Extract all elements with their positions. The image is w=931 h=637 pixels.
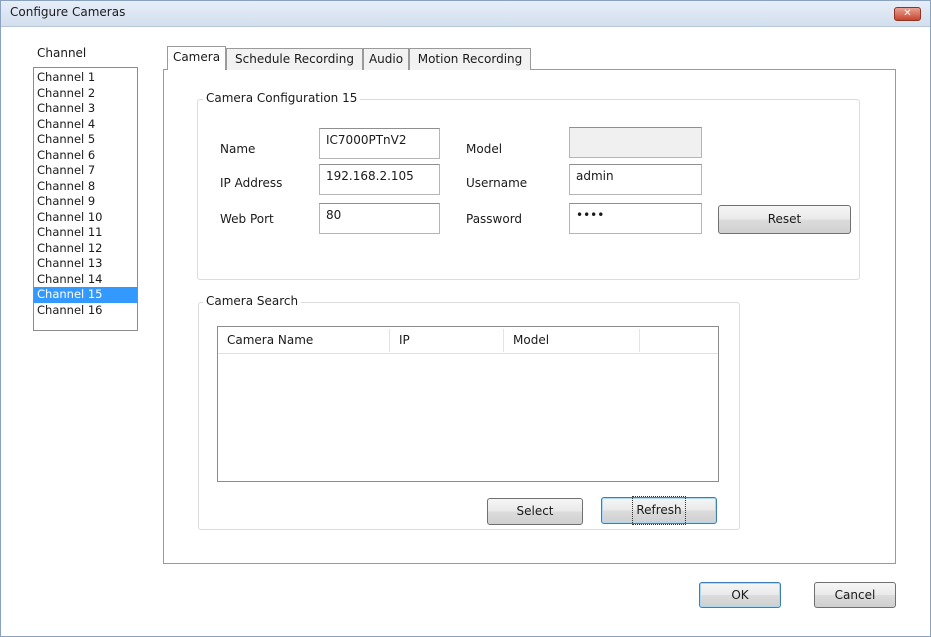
ip-address-field[interactable]: 192.168.2.105 [319,164,440,195]
channel-list-label: Channel [37,46,87,60]
channel-list-item[interactable]: Channel 3 [34,101,137,117]
camera-search-title: Camera Search [203,294,302,308]
tab-camera[interactable]: Camera [167,46,226,70]
web-port-field[interactable]: 80 [319,203,440,234]
window-title: Configure Cameras [10,5,126,19]
results-header: Camera Name IP Model [218,327,718,354]
camera-configuration-title: Camera Configuration 15 [203,91,361,105]
cancel-button-label: Cancel [834,588,876,602]
camera-search-results[interactable]: Camera Name IP Model [217,326,719,482]
reset-button-label: Reset [767,212,802,226]
name-label: Name [220,142,256,156]
column-header-ip[interactable]: IP [390,327,503,354]
channel-list-item[interactable]: Channel 13 [34,256,137,272]
ok-button[interactable]: OK [699,582,781,608]
select-button[interactable]: Select [487,498,583,525]
channel-list-item[interactable]: Channel 9 [34,194,137,210]
password-field[interactable]: •••• [569,203,702,234]
channel-list-item[interactable]: Channel 8 [34,179,137,195]
name-field[interactable]: IC7000PTnV2 [319,128,440,159]
refresh-button[interactable]: Refresh [601,496,717,525]
channel-list-item[interactable]: Channel 11 [34,225,137,241]
model-field [569,127,702,158]
reset-button[interactable]: Reset [718,205,851,234]
channel-list[interactable]: Channel 1 Channel 2 Channel 3 Channel 4 … [33,67,138,331]
select-button-label: Select [516,504,554,518]
password-label: Password [466,212,523,226]
ok-button-label: OK [731,588,749,602]
close-icon: ✕ [903,8,912,19]
channel-list-item[interactable]: Channel 1 [34,70,137,86]
channel-list-item[interactable]: Channel 10 [34,210,137,226]
camera-configuration-group [197,99,860,280]
channel-list-item[interactable]: Channel 16 [34,303,137,319]
channel-list-item[interactable]: Channel 6 [34,148,137,164]
ip-address-label: IP Address [220,176,283,190]
column-header-model[interactable]: Model [504,327,639,354]
tab-schedule-recording[interactable]: Schedule Recording [226,48,363,70]
channel-list-item[interactable]: Channel 4 [34,117,137,133]
username-field[interactable]: admin [569,164,702,195]
channel-list-item[interactable]: Channel 2 [34,86,137,102]
model-label: Model [466,142,503,156]
channel-list-item[interactable]: Channel 7 [34,163,137,179]
tab-audio[interactable]: Audio [363,48,409,70]
close-button[interactable]: ✕ [894,7,921,21]
title-bar[interactable] [1,1,930,27]
web-port-label: Web Port [220,212,274,226]
channel-list-item[interactable]: Channel 12 [34,241,137,257]
channel-list-item-selected[interactable]: Channel 15 [34,287,137,303]
cancel-button[interactable]: Cancel [814,582,896,608]
channel-list-item[interactable]: Channel 5 [34,132,137,148]
username-label: Username [466,176,528,190]
column-divider[interactable] [639,329,640,352]
tab-motion-recording[interactable]: Motion Recording [409,48,531,70]
refresh-button-label: Refresh [632,496,686,525]
channel-list-item[interactable]: Channel 14 [34,272,137,288]
column-header-camera-name[interactable]: Camera Name [218,327,389,354]
